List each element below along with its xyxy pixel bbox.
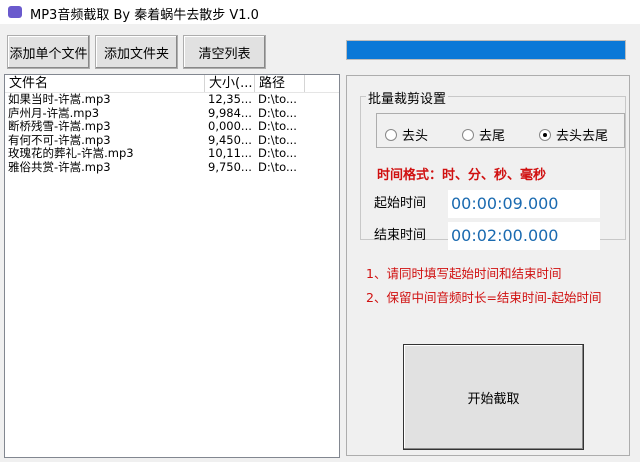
add-folder-button[interactable]: 添加文件夹 (95, 35, 178, 69)
radio-label: 去头 (402, 129, 429, 144)
file-row[interactable]: 如果当时-许嵩.mp3 12,35... D:\to... (5, 93, 339, 107)
column-header-size[interactable]: 大小(... (205, 75, 255, 92)
start-time-label: 起始时间 (374, 196, 427, 211)
radio-remove-both[interactable]: 去头去尾 (539, 125, 608, 144)
window-title: MP3音频截取 By 秦着蜗牛去散步 V1.0 (30, 8, 259, 23)
start-cut-button[interactable]: 开始截取 (403, 344, 584, 450)
file-size: 9,750... (208, 160, 252, 174)
file-path: D:\to... (258, 160, 297, 174)
radio-remove-head[interactable]: 去头 (385, 125, 428, 144)
file-path: D:\to... (258, 133, 297, 147)
title-bar: MP3音频截取 By 秦着蜗牛去散步 V1.0 (0, 0, 640, 24)
end-time-label: 结束时间 (374, 228, 427, 243)
radio-icon[interactable] (462, 128, 474, 141)
file-size: 9,984... (208, 106, 252, 120)
file-size: 10,11... (208, 147, 252, 161)
file-row[interactable]: 断桥残雪-许嵩.mp3 0,000... D:\to... (5, 120, 339, 134)
end-time-input[interactable]: 00:02:00.000 (448, 222, 600, 250)
file-name: 庐州月-许嵩.mp3 (8, 106, 100, 120)
file-list[interactable]: 文件名 大小(... 路径 如果当时-许嵩.mp3 12,35... D:\to..… (4, 74, 340, 458)
file-row[interactable]: 玫瑰花的葬礼-许嵩.mp3 10,11... D:\to... (5, 147, 339, 161)
group-label: 批量裁剪设置 (366, 88, 449, 107)
file-name: 雅俗共赏-许嵩.mp3 (8, 160, 111, 174)
file-path: D:\to... (258, 147, 297, 161)
time-format-hint: 时间格式：时、分、秒、毫秒 (377, 168, 547, 183)
file-row[interactable]: 有何不可-许嵩.mp3 9,450... D:\to... (5, 134, 339, 148)
progress-bar (346, 40, 626, 60)
clear-list-button[interactable]: 清空列表 (183, 35, 266, 69)
radio-remove-tail[interactable]: 去尾 (462, 125, 505, 144)
file-name: 有何不可-许嵩.mp3 (8, 133, 111, 147)
column-header-name[interactable]: 文件名 (5, 75, 205, 92)
file-path: D:\to... (258, 120, 297, 134)
file-row[interactable]: 雅俗共赏-许嵩.mp3 9,750... D:\to... (5, 161, 339, 175)
radio-icon[interactable] (385, 128, 397, 141)
file-path: D:\to... (258, 93, 297, 106)
radio-label: 去头去尾 (556, 129, 609, 144)
note-2: 2、保留中间音频时长=结束时间-起始时间 (366, 290, 602, 305)
radio-selected-icon[interactable] (539, 128, 551, 141)
file-size: 9,450... (208, 133, 252, 147)
file-name: 玫瑰花的葬礼-许嵩.mp3 (8, 147, 134, 161)
add-file-button[interactable]: 添加单个文件 (7, 35, 90, 69)
file-name: 断桥残雪-许嵩.mp3 (8, 120, 111, 134)
file-row[interactable]: 庐州月-许嵩.mp3 9,984... D:\to... (5, 107, 339, 121)
file-size: 0,000... (208, 120, 252, 134)
file-path: D:\to... (258, 106, 297, 120)
app-icon (8, 6, 22, 18)
radio-label: 去尾 (479, 129, 506, 144)
file-size: 12,35... (208, 93, 252, 106)
column-header-path[interactable]: 路径 (255, 75, 305, 92)
note-1: 1、请同时填写起始时间和结束时间 (366, 266, 562, 281)
file-name: 如果当时-许嵩.mp3 (8, 93, 111, 106)
start-time-input[interactable]: 00:00:09.000 (448, 190, 600, 218)
